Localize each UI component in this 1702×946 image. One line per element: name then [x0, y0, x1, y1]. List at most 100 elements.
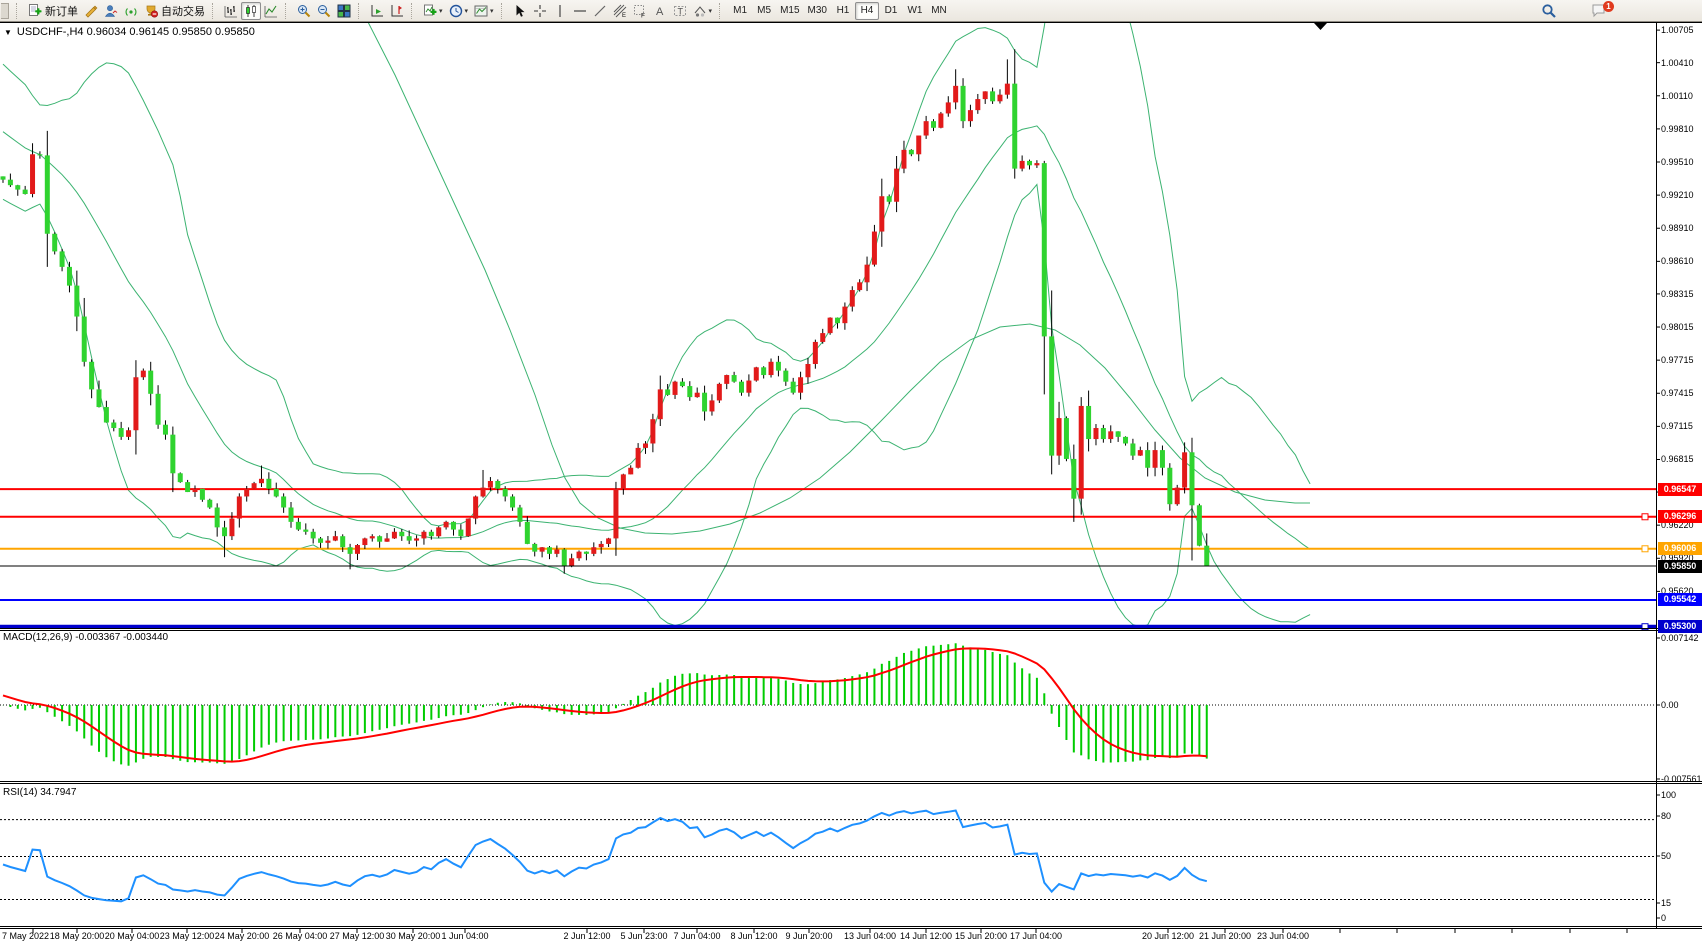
candle-bull — [769, 362, 774, 375]
clock-icon — [449, 4, 463, 18]
text-a-icon: A — [653, 4, 667, 18]
candle-bull — [953, 86, 958, 103]
candle-bear — [835, 318, 840, 324]
candle-bear — [1012, 84, 1017, 169]
candle-bull — [355, 545, 360, 554]
candle-bear — [525, 522, 530, 544]
horizontal-line-tool-button[interactable] — [570, 2, 590, 20]
crayon-tool-button[interactable] — [81, 2, 101, 20]
bb-upper-band — [3, 22, 1310, 526]
candle-bull — [798, 377, 803, 392]
candle-bear — [200, 489, 205, 500]
fibonacci-tool-button[interactable]: E — [610, 2, 630, 20]
candle-bear — [119, 428, 124, 437]
candle-bull — [857, 282, 862, 290]
timeframe-m1[interactable]: M1 — [728, 2, 752, 20]
chart-shift-marker — [1314, 23, 1327, 30]
bb-lower-band — [3, 185, 1310, 627]
price-badge: 0.96296 — [1658, 510, 1702, 523]
candle-bear — [104, 407, 109, 422]
vertical-line-tool-button[interactable] — [550, 2, 570, 20]
line-chart-mode-button[interactable] — [261, 2, 281, 20]
price-axis-label: 1.00410 — [1661, 58, 1694, 68]
crayon-icon — [84, 4, 98, 18]
notifications-button[interactable]: 1 — [1588, 2, 1612, 20]
crosshair-tool-button[interactable] — [530, 2, 550, 20]
time-axis-label: 23 Jun 04:00 — [1249, 931, 1317, 941]
timeframe-m30[interactable]: M30 — [804, 2, 831, 20]
text-tool-button[interactable]: A — [650, 2, 670, 20]
chevron-down-icon: ▾ — [709, 7, 713, 15]
candlestick-mode-button[interactable] — [241, 2, 261, 20]
candle-bull — [1020, 161, 1025, 169]
signals-button[interactable] — [121, 2, 141, 20]
candle-bull — [820, 333, 825, 342]
candle-bull — [894, 169, 899, 202]
candle-bull — [1153, 450, 1158, 468]
auto-scroll-button[interactable] — [367, 2, 387, 20]
timeframe-h4[interactable]: H4 — [855, 2, 879, 20]
shapes-tool-button[interactable]: ▾ — [690, 2, 716, 20]
candle-bull — [133, 377, 138, 430]
candle-bull — [621, 474, 626, 488]
indicators-icon — [423, 4, 437, 18]
rsi-scale-label: 100 — [1661, 790, 1676, 800]
timeframe-h1[interactable]: H1 — [831, 2, 855, 20]
level-line-handle[interactable] — [1642, 546, 1648, 552]
candle-bear — [1, 176, 6, 179]
search-button[interactable] — [1538, 2, 1560, 20]
candle-bull — [229, 519, 234, 537]
grid-tool-button[interactable]: F — [630, 2, 650, 20]
level-line-handle[interactable] — [1642, 514, 1648, 520]
rsi-scale-label: 80 — [1661, 811, 1671, 821]
price-axis-label: 0.98015 — [1661, 322, 1694, 332]
candle-bear — [702, 393, 707, 412]
bb-middle-band — [3, 126, 1310, 549]
symbol-expand-icon[interactable]: ▼ — [4, 28, 12, 37]
time-axis-label: 1 Jun 04:00 — [431, 931, 499, 941]
zoom-in-icon — [297, 4, 311, 18]
chart-shift-button[interactable] — [387, 2, 407, 20]
periods-button[interactable]: ▾ — [446, 2, 472, 20]
new-order-button[interactable]: 新订单 — [25, 2, 81, 20]
price-badge: 0.96006 — [1658, 542, 1702, 555]
chart-canvas[interactable] — [0, 22, 1702, 946]
rsi-scale-label: 0 — [1661, 913, 1666, 923]
text-label-tool-button[interactable]: T — [670, 2, 690, 20]
candle-bull — [392, 532, 397, 539]
toolbar-separator — [358, 3, 364, 19]
templates-button[interactable]: ▾ — [471, 2, 497, 20]
candle-bull — [488, 481, 493, 488]
candle-bear — [547, 547, 552, 554]
timeframe-mn[interactable]: MN — [927, 2, 951, 20]
candle-bull — [193, 489, 198, 492]
chart-window[interactable]: ▼ USDCHF-,H4 0.96034 0.96145 0.95850 0.9… — [0, 22, 1702, 946]
candle-bull — [636, 448, 641, 468]
candle-bear — [74, 286, 79, 317]
timeframe-m5[interactable]: M5 — [752, 2, 776, 20]
toolbar-separator — [501, 3, 507, 19]
zoom-out-button[interactable] — [314, 2, 334, 20]
cursor-tool-button[interactable] — [510, 2, 530, 20]
auto-scroll-icon — [370, 4, 384, 18]
timeframe-d1[interactable]: D1 — [879, 2, 903, 20]
candle-bear — [281, 496, 286, 507]
bar-chart-mode-button[interactable] — [221, 2, 241, 20]
timeframe-m15[interactable]: M15 — [776, 2, 803, 20]
candle-bull — [724, 375, 729, 384]
candle-bear — [458, 530, 463, 537]
chart-shift-icon — [390, 4, 404, 18]
candle-bull — [658, 389, 663, 419]
candle-bear — [178, 473, 183, 482]
indicators-button[interactable]: ▾ — [420, 2, 446, 20]
chevron-down-icon: ▾ — [465, 7, 469, 15]
candle-bull — [481, 488, 486, 497]
market-watch-button[interactable] — [101, 2, 121, 20]
autotrade-button[interactable]: 自动交易 — [141, 2, 208, 20]
timeframe-w1[interactable]: W1 — [903, 2, 927, 20]
candle-bear — [296, 522, 301, 530]
zoom-in-button[interactable] — [294, 2, 314, 20]
tile-windows-button[interactable] — [334, 2, 354, 20]
trendline-tool-button[interactable] — [590, 2, 610, 20]
shapes-icon — [693, 4, 707, 18]
